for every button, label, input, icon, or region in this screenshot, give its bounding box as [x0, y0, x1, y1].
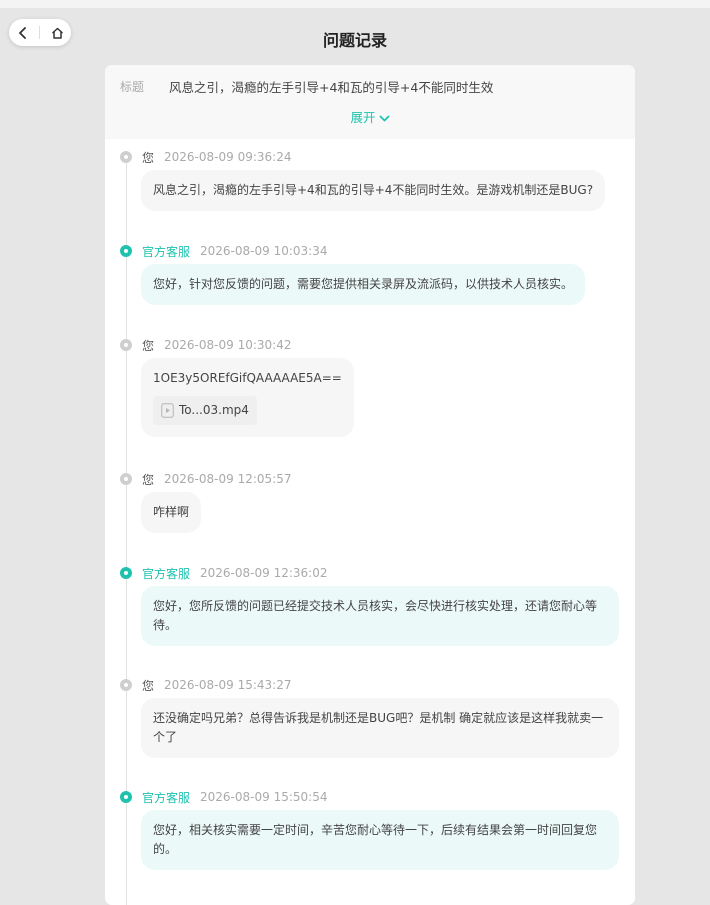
- issue-title-label: 标题: [120, 80, 145, 94]
- expand-label: 展开: [350, 110, 376, 125]
- message-bubble: 您好，您所反馈的问题已经提交技术人员核实，会尽快进行核实处理，还请您耐心等待。: [141, 586, 619, 646]
- page-title: 问题记录: [322, 31, 387, 50]
- message-bubble: 1OE3y5OREfGifQAAAAAE5A== To...03.mp4: [141, 358, 354, 437]
- message-sender: 您: [142, 338, 155, 353]
- message-sender: 官方客服: [142, 244, 191, 259]
- message-time: 2026-08-09 12:36:02: [200, 566, 328, 580]
- staff-timeline-dot: [120, 791, 132, 803]
- message-bubble: 咋样啊: [141, 492, 202, 533]
- message-text: 风息之引，渴瘾的左手引导+4和瓦的引导+4不能同时生效。是游戏机制还是BUG?: [153, 183, 594, 197]
- expand-button[interactable]: 展开: [105, 107, 635, 126]
- attachment-name: To...03.mp4: [179, 403, 249, 417]
- message-text: 您好，相关核实需要一定时间，辛苦您耐心等待一下，后续有结果会第一时间回复您的。: [153, 823, 598, 856]
- user-timeline-dot: [120, 151, 132, 163]
- message-bubble: 您好，针对您反馈的问题，需要您提供相关录屏及流派码，以供技术人员核实。: [141, 264, 586, 305]
- user-timeline-dot: [120, 339, 132, 351]
- top-bar: [0, 0, 710, 8]
- issue-title-text: 风息之引，渴瘾的左手引导+4和瓦的引导+4不能同时生效: [169, 80, 494, 95]
- message-header: 您 2026-08-09 12:05:57: [120, 471, 291, 487]
- message-header: 您 2026-08-09 15:43:27: [120, 677, 291, 693]
- user-timeline-dot: [120, 473, 132, 485]
- message-sender: 官方客服: [142, 790, 191, 805]
- message-time: 2026-08-09 09:36:24: [164, 150, 292, 164]
- message-text: 还没确定吗兄弟？总得告诉我是机制还是BUG吧？是机制 确定就应该是这样我就卖一个…: [153, 711, 604, 744]
- message-sender: 您: [142, 150, 155, 165]
- message-header: 官方客服 2026-08-09 10:03:34: [120, 243, 327, 259]
- message-sender: 您: [142, 678, 155, 693]
- user-timeline-dot: [120, 679, 132, 691]
- message-sender: 您: [142, 472, 155, 487]
- staff-timeline-dot: [120, 567, 132, 579]
- message-time: 2026-08-09 10:03:34: [200, 244, 328, 258]
- message-header: 您 2026-08-09 09:36:24: [120, 149, 291, 165]
- message-time: 2026-08-09 12:05:57: [164, 472, 292, 486]
- message-bubble: 您好，相关核实需要一定时间，辛苦您耐心等待一下，后续有结果会第一时间回复您的。: [141, 810, 619, 870]
- video-file-icon: [161, 403, 174, 418]
- message-header: 您 2026-08-09 10:30:42: [120, 337, 291, 353]
- message-text: 1OE3y5OREfGifQAAAAAE5A==: [153, 371, 342, 385]
- message-text: 您好，针对您反馈的问题，需要您提供相关录屏及流派码，以供技术人员核实。: [153, 277, 574, 291]
- issue-title-box: 标题 风息之引，渴瘾的左手引导+4和瓦的引导+4不能同时生效 展开: [105, 65, 635, 139]
- message-time: 2026-08-09 15:43:27: [164, 678, 292, 692]
- message-bubble: 风息之引，渴瘾的左手引导+4和瓦的引导+4不能同时生效。是游戏机制还是BUG?: [141, 170, 606, 211]
- issue-panel: 标题 风息之引，渴瘾的左手引导+4和瓦的引导+4不能同时生效 展开 您 2026…: [105, 65, 635, 905]
- chevron-down-icon: [379, 115, 389, 121]
- message-sender: 官方客服: [142, 566, 191, 581]
- message-text: 咋样啊: [153, 505, 190, 519]
- message-header: 官方客服 2026-08-09 12:36:02: [120, 565, 327, 581]
- video-attachment[interactable]: To...03.mp4: [153, 396, 257, 425]
- message-time: 2026-08-09 10:30:42: [164, 338, 292, 352]
- message-time: 2026-08-09 15:50:54: [200, 790, 328, 804]
- message-text: 您好，您所反馈的问题已经提交技术人员核实，会尽快进行核实处理，还请您耐心等待。: [153, 599, 598, 632]
- staff-timeline-dot: [120, 245, 132, 257]
- message-bubble: 还没确定吗兄弟？总得告诉我是机制还是BUG吧？是机制 确定就应该是这样我就卖一个…: [141, 698, 619, 758]
- message-header: 官方客服 2026-08-09 15:50:54: [120, 789, 327, 805]
